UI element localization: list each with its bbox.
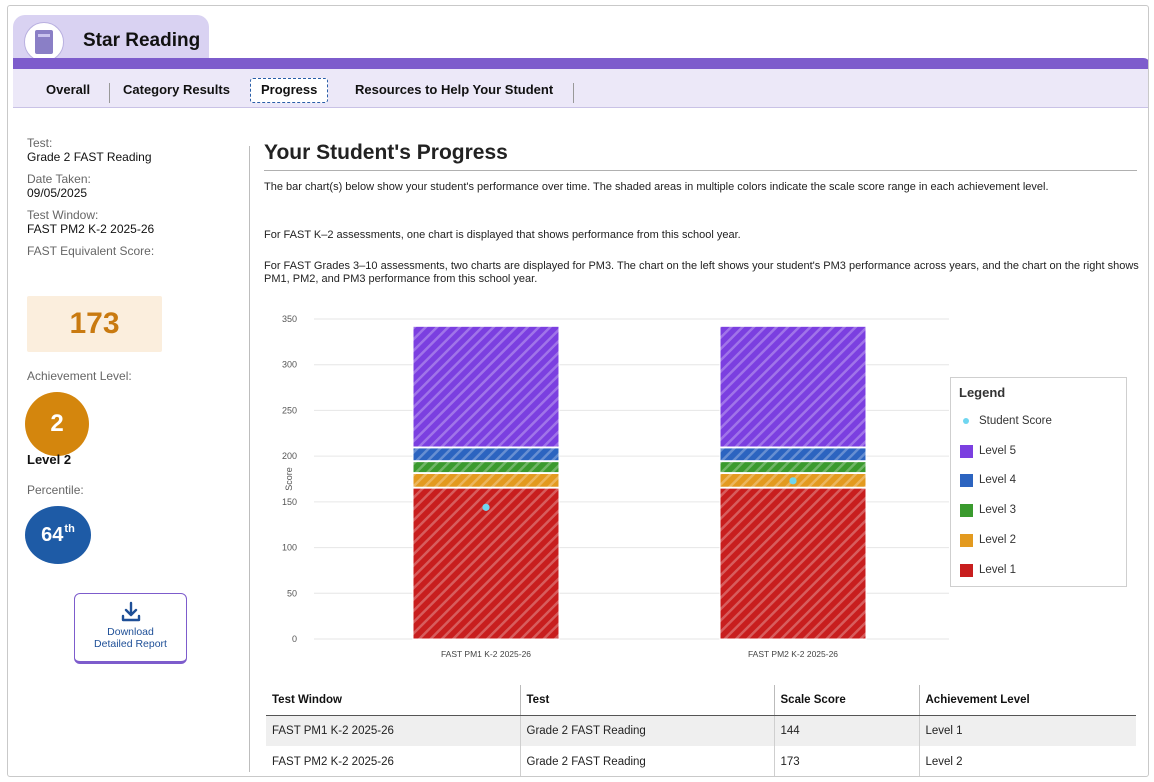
bar-segment-level-2 <box>412 473 560 488</box>
y-tick-label: 250 <box>282 405 297 415</box>
legend-swatch <box>960 444 973 458</box>
x-tick-label: FAST PM2 K-2 2025-26 <box>748 649 838 659</box>
equiv-label: FAST Equivalent Score: <box>27 244 155 258</box>
report-frame: Star Reading Overall Category Results Pr… <box>7 5 1149 777</box>
legend-title: Legend <box>959 385 1006 400</box>
legend-student-dot <box>963 418 969 424</box>
table-cell: Level 2 <box>918 746 1136 776</box>
percentile-badge: 64th <box>25 506 91 564</box>
window-value: FAST PM2 K-2 2025-26 <box>27 222 155 236</box>
nav-divider <box>109 83 110 103</box>
download-label-2: Detailed Report <box>94 638 167 650</box>
student-score-point <box>482 503 490 511</box>
achievement-badge: 2 <box>25 392 89 456</box>
column-header: Scale Score <box>773 685 919 716</box>
description-paragraph-3: For FAST Grades 3–10 assessments, two ch… <box>264 260 1139 285</box>
table-cell: 144 <box>773 715 919 746</box>
y-tick-label: 200 <box>282 451 297 461</box>
column-header: Test <box>519 685 774 716</box>
y-tick-label: 300 <box>282 360 297 370</box>
tab-resources[interactable]: Resources to Help Your Student <box>345 81 563 101</box>
tab-category-results[interactable]: Category Results <box>113 81 240 101</box>
y-tick-label: 150 <box>282 497 297 507</box>
legend-level-2: Level 2 <box>960 531 1016 549</box>
table-header-row: Test Window Test Scale Score Achievement… <box>266 685 1136 716</box>
table-cell: Grade 2 FAST Reading <box>519 715 774 746</box>
achievement-label: Achievement Level: <box>27 369 132 383</box>
tab-overall[interactable]: Overall <box>36 81 100 101</box>
equivalent-score: 173 <box>27 296 162 352</box>
legend-label: Level 3 <box>979 504 1017 516</box>
table-cell: Grade 2 FAST Reading <box>519 746 774 776</box>
date-label: Date Taken: <box>27 172 91 186</box>
page-title: Your Student's Progress <box>264 141 508 164</box>
bar-segment-level-3 <box>719 461 867 474</box>
bar-segment-level-4 <box>719 447 867 462</box>
app-title: Star Reading <box>83 30 201 51</box>
y-tick-label: 0 <box>292 634 297 644</box>
date-value: 09/05/2025 <box>27 186 88 200</box>
nav-divider <box>573 83 574 103</box>
bar-segment-level-1 <box>719 487 867 640</box>
percentile-suffix: th <box>64 523 75 535</box>
table-cell: 173 <box>773 746 919 776</box>
description-paragraph-1: The bar chart(s) below show your student… <box>264 181 1049 193</box>
legend-level-4: Level 4 <box>960 471 1016 489</box>
legend-label: Level 2 <box>979 534 1017 546</box>
title-rule <box>264 170 1137 171</box>
nav-bar: Overall Category Results Progress Resour… <box>13 69 1148 108</box>
legend-level-3: Level 3 <box>960 501 1016 519</box>
bar-segment-level-5 <box>719 325 867 448</box>
panel-divider <box>249 146 250 772</box>
download-icon <box>121 601 140 622</box>
achievement-level: Level 2 <box>27 452 72 467</box>
results-table: Test Window Test Scale Score Achievement… <box>266 685 1136 776</box>
summary-panel: Test: Grade 2 FAST Reading Date Taken: 0… <box>27 136 207 258</box>
bar-segment-level-4 <box>412 447 560 462</box>
student-score-point <box>789 477 797 485</box>
window-label: Test Window: <box>27 208 99 222</box>
bar-segment-level-5 <box>412 325 560 448</box>
bar-segment-level-3 <box>412 461 560 474</box>
y-tick-label: 350 <box>282 314 297 324</box>
tab-progress[interactable]: Progress <box>250 78 329 103</box>
description-paragraph-2: For FAST K–2 assessments, one chart is d… <box>264 229 741 241</box>
legend-swatch <box>960 473 973 487</box>
table-cell: Level 1 <box>918 715 1136 746</box>
table-cell: FAST PM1 K-2 2025-26 <box>266 715 520 746</box>
y-tick-label: 50 <box>287 588 297 598</box>
legend-level-1: Level 1 <box>960 561 1016 579</box>
chart-legend: Legend Student Score Level 5 Level 4 Lev… <box>950 377 1127 587</box>
table-cell: FAST PM2 K-2 2025-26 <box>272 755 394 768</box>
legend-swatch <box>960 533 973 547</box>
legend-student-label: Student Score <box>979 415 1052 427</box>
x-tick-label: FAST PM1 K-2 2025-26 <box>441 649 531 659</box>
book-icon <box>24 22 64 62</box>
y-tick-label: 100 <box>282 543 297 553</box>
legend-student-score: Student Score <box>960 412 1052 430</box>
table-row: FAST PM2 K-2 2025-26 Grade 2 FAST Readin… <box>266 746 1136 776</box>
table-row: FAST PM1 K-2 2025-26 Grade 2 FAST Readin… <box>266 715 1136 746</box>
legend-swatch <box>960 503 973 517</box>
legend-level-5: Level 5 <box>960 442 1016 460</box>
percentile-label: Percentile: <box>27 483 84 497</box>
legend-label: Level 1 <box>979 564 1017 576</box>
test-label: Test: <box>27 136 53 150</box>
test-value: Grade 2 FAST Reading <box>27 150 152 164</box>
y-axis-label: Score <box>284 467 294 491</box>
legend-label: Level 5 <box>979 445 1017 457</box>
percentile-value: 64 <box>41 523 64 546</box>
column-header: Test Window <box>266 685 520 716</box>
column-header: Achievement Level <box>918 685 1136 716</box>
download-report-button[interactable]: Download Detailed Report <box>74 593 187 664</box>
legend-swatch <box>960 563 973 577</box>
legend-label: Level 4 <box>979 474 1017 486</box>
download-label-1: Download <box>107 626 154 638</box>
